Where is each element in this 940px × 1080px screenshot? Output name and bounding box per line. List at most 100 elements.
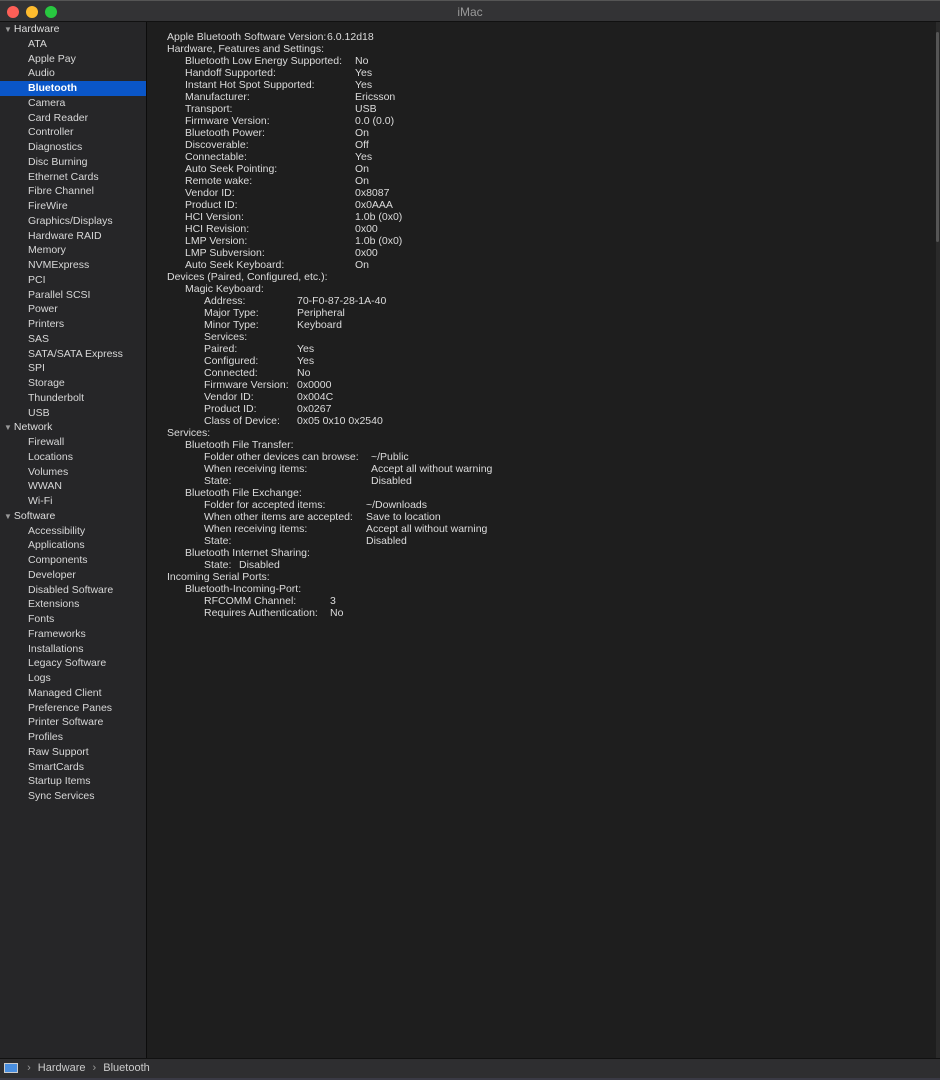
sidebar-category-hardware[interactable]: ▼ Hardware [0,22,146,37]
sidebar-item-spi[interactable]: SPI [0,361,146,376]
category-label: Network [13,421,53,434]
sidebar-item-firewall[interactable]: Firewall [0,435,146,450]
sidebar-item-wi-fi[interactable]: Wi-Fi [0,494,146,509]
sidebar-item-raw-support[interactable]: Raw Support [0,745,146,760]
sidebar-item-frameworks[interactable]: Frameworks [0,627,146,642]
sidebar-item-startup-items[interactable]: Startup Items [0,774,146,789]
sidebar-item-ata[interactable]: ATA [0,37,146,52]
info-row: Bluetooth File Exchange: [148,487,936,499]
info-label: Paired: [204,343,238,355]
sidebar-item-disc-burning[interactable]: Disc Burning [0,155,146,170]
info-value: Accept all without warning [366,523,488,535]
sidebar-item-printer-software[interactable]: Printer Software [0,715,146,730]
sidebar-item-fibre-channel[interactable]: Fibre Channel [0,184,146,199]
sidebar-item-managed-client[interactable]: Managed Client [0,686,146,701]
disclosure-triangle-icon[interactable]: ▼ [4,512,12,521]
sidebar-item-usb[interactable]: USB [0,406,146,421]
info-value: 0x004C [297,391,334,403]
sidebar-item-developer[interactable]: Developer [0,568,146,583]
sidebar-item-profiles[interactable]: Profiles [0,730,146,745]
sidebar-item-nvmexpress[interactable]: NVMExpress [0,258,146,273]
sidebar-item-applications[interactable]: Applications [0,538,146,553]
scrollbar[interactable] [936,22,940,1058]
info-label: HCI Revision: [185,223,250,235]
info-label: Bluetooth Power: [185,127,265,139]
info-row: Instant Hot Spot Supported: Yes [148,79,936,91]
sidebar-item-extensions[interactable]: Extensions [0,597,146,612]
info-label: Magic Keyboard: [185,283,264,295]
disclosure-triangle-icon[interactable]: ▼ [4,25,12,34]
sidebar-item-audio[interactable]: Audio [0,66,146,81]
info-row: Bluetooth Internet Sharing: [148,547,936,559]
info-row: When other items are accepted: Save to lo… [148,511,936,523]
sidebar-item-accessibility[interactable]: Accessibility [0,524,146,539]
sidebar-item-smartcards[interactable]: SmartCards [0,760,146,775]
info-row: Manufacturer: Ericsson [148,91,936,103]
info-value: Yes [355,67,373,79]
sidebar-item-hardware-raid[interactable]: Hardware RAID [0,229,146,244]
disclosure-triangle-icon[interactable]: ▼ [4,423,12,432]
sidebar-item-power[interactable]: Power [0,302,146,317]
title-bar: iMac [0,0,940,22]
sidebar-item-controller[interactable]: Controller [0,125,146,140]
sidebar-item-wwan[interactable]: WWAN [0,479,146,494]
info-label: Services: [167,427,211,439]
info-label: Apple Bluetooth Software Version: [167,31,327,43]
sidebar-item-components[interactable]: Components [0,553,146,568]
sidebar-item-sas[interactable]: SAS [0,332,146,347]
sidebar-item-legacy-software[interactable]: Legacy Software [0,656,146,671]
sidebar-item-logs[interactable]: Logs [0,671,146,686]
sidebar-item-pci[interactable]: PCI [0,273,146,288]
sidebar-item-preference-panes[interactable]: Preference Panes [0,701,146,716]
info-label: Discoverable: [185,139,249,151]
sidebar-item-installations[interactable]: Installations [0,642,146,657]
sidebar-item-volumes[interactable]: Volumes [0,465,146,480]
info-value: Peripheral [297,307,345,319]
info-label: Bluetooth Internet Sharing: [185,547,310,559]
sidebar-item-printers[interactable]: Printers [0,317,146,332]
info-value: No [330,607,344,619]
info-row: Apple Bluetooth Software Version: 6.0.12d… [148,31,936,43]
path-item-bluetooth[interactable]: Bluetooth [103,1062,149,1074]
info-row: When receiving items: Accept all without … [148,463,936,475]
sidebar-item-thunderbolt[interactable]: Thunderbolt [0,391,146,406]
info-value: 1.0b (0x0) [355,235,403,247]
sidebar-item-firewire[interactable]: FireWire [0,199,146,214]
path-item-hardware[interactable]: Hardware [38,1062,86,1074]
sidebar-item-bluetooth[interactable]: Bluetooth [0,81,146,96]
sidebar-item-diagnostics[interactable]: Diagnostics [0,140,146,155]
sidebar-item-storage[interactable]: Storage [0,376,146,391]
info-value: 6.0.12d18 [327,31,374,43]
sidebar-item-apple-pay[interactable]: Apple Pay [0,52,146,67]
info-row: Configured: Yes [148,355,936,367]
sidebar-item-disabled-software[interactable]: Disabled Software [0,583,146,598]
info-row: Auto Seek Pointing: On [148,163,936,175]
info-row: HCI Version: 1.0b (0x0) [148,211,936,223]
sidebar-item-memory[interactable]: Memory [0,243,146,258]
sidebar-category-software[interactable]: ▼ Software [0,509,146,524]
sidebar-item-sata-sata-express[interactable]: SATA/SATA Express [0,347,146,362]
path-bar: › Hardware › Bluetooth [0,1058,940,1078]
sidebar-item-parallel-scsi[interactable]: Parallel SCSI [0,288,146,303]
category-label: Hardware [13,23,60,35]
info-value: 3 [330,595,336,607]
sidebar-item-locations[interactable]: Locations [0,450,146,465]
sidebar-item-ethernet-cards[interactable]: Ethernet Cards [0,170,146,185]
info-value: 0x05 0x10 0x2540 [297,415,383,427]
sidebar-item-sync-services[interactable]: Sync Services [0,789,146,804]
info-value: 0x00 [355,223,378,235]
info-label: State: [204,475,232,487]
scrollbar-thumb[interactable] [936,32,939,242]
info-value: 1.0b (0x0) [355,211,403,223]
sidebar-item-graphics-displays[interactable]: Graphics/Displays [0,214,146,229]
info-row: When receiving items: Accept all without … [148,523,936,535]
sidebar-item-fonts[interactable]: Fonts [0,612,146,627]
info-value: 0x00 [355,247,378,259]
sidebar-item-card-reader[interactable]: Card Reader [0,111,146,126]
info-row: State: Disabled [148,535,936,547]
sidebar-category-network[interactable]: ▼ Network [0,420,146,435]
info-label: When receiving items: [204,463,308,475]
info-value: 0x0AAA [355,199,393,211]
sidebar-item-camera[interactable]: Camera [0,96,146,111]
info-value: 70-F0-87-28-1A-40 [297,295,387,307]
